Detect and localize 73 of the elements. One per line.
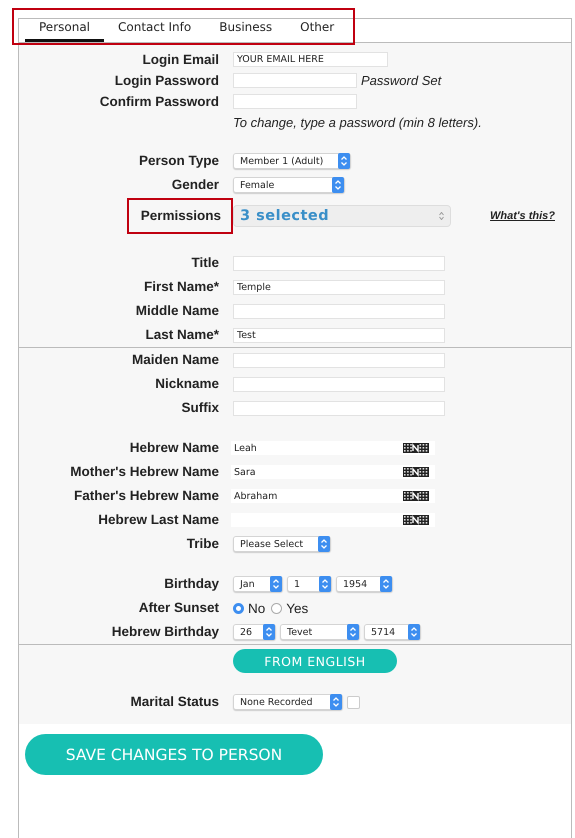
checkbox[interactable]	[347, 696, 360, 708]
field-label: Marital Status	[129, 694, 219, 710]
password-hint: To change, type a password (min 8 letters).	[233, 115, 482, 130]
email-field[interactable]: YOUR EMAIL HERE	[233, 52, 388, 67]
field-label: Birthday	[163, 576, 219, 592]
text-field[interactable]	[233, 376, 445, 392]
stepper-icon	[319, 576, 331, 592]
stepper-icon	[270, 576, 282, 592]
field-label: Suffix	[180, 400, 219, 416]
password-field[interactable]	[233, 73, 357, 88]
radio-button[interactable]	[233, 602, 244, 614]
dropdown[interactable]: Please Select	[233, 536, 331, 552]
radio-label: Yes	[286, 600, 308, 616]
field-label: Father's Hebrew Name	[72, 488, 219, 504]
field-label: Person Type	[138, 153, 219, 169]
stepper-icon	[332, 177, 344, 193]
dropdown[interactable]: Tevet	[280, 624, 360, 640]
dropdown[interactable]: 5714	[364, 624, 421, 640]
field-label: After Sunset	[138, 600, 219, 616]
field-label: Middle Name	[134, 303, 219, 319]
keyboard-icon	[403, 515, 429, 525]
text-field[interactable]: Temple	[233, 280, 445, 294]
dropdown[interactable]: Female	[233, 177, 345, 193]
dropdown[interactable]: 1	[287, 576, 332, 592]
field-label: First Name*	[142, 279, 219, 295]
tab[interactable]: Other	[286, 19, 348, 42]
field-label: Nickname	[154, 376, 219, 392]
field-label: Permissions	[126, 198, 233, 234]
hebrew-field[interactable]: Sara	[231, 465, 435, 479]
field-label: Last Name*	[144, 327, 219, 343]
keyboard-icon	[403, 443, 429, 453]
tab[interactable]: Personal	[25, 19, 104, 42]
field-label: Hebrew Name	[128, 440, 219, 456]
dropdown[interactable]: 1954	[336, 576, 393, 592]
dropdown[interactable]: Member 1 (Adult)	[233, 153, 351, 169]
text-field[interactable]	[233, 352, 445, 368]
field-label: Hebrew Last Name	[97, 512, 219, 528]
stepper-icon	[263, 624, 275, 640]
text-field[interactable]	[233, 400, 445, 416]
stepper-icon	[318, 536, 330, 552]
stepper-icon	[330, 694, 342, 710]
radio-label: No	[248, 600, 266, 616]
stepper-icon	[439, 212, 444, 220]
tab[interactable]: Business	[205, 19, 286, 42]
text-field[interactable]	[233, 256, 445, 270]
password-field[interactable]	[233, 94, 357, 109]
hebrew-field[interactable]: Abraham	[231, 489, 435, 503]
keyboard-icon	[403, 467, 429, 477]
field-label: Maiden Name	[130, 352, 219, 368]
field-label: Gender	[170, 177, 219, 193]
text-field[interactable]	[233, 304, 445, 318]
radio-button[interactable]	[271, 602, 282, 614]
keyboard-icon	[403, 491, 429, 501]
field-label: Hebrew Birthday	[110, 624, 219, 640]
field-label: Confirm Password	[98, 94, 219, 110]
tab[interactable]: Contact Info	[104, 19, 206, 42]
stepper-icon	[380, 576, 392, 592]
stepper-icon	[338, 153, 350, 169]
dropdown[interactable]: None Recorded	[233, 694, 343, 710]
dropdown[interactable]: 26	[233, 624, 276, 640]
dropdown[interactable]: Jan	[233, 576, 283, 592]
field-label: Tribe	[186, 536, 219, 552]
help-link[interactable]: What's this?	[490, 210, 555, 222]
field-label: Login Email	[141, 52, 219, 68]
field-label: Title	[190, 255, 219, 271]
stepper-icon	[347, 624, 359, 640]
stepper-icon	[408, 624, 420, 640]
field-label: Mother's Hebrew Name	[69, 464, 219, 480]
field-label: Login Password	[114, 72, 219, 88]
text-field[interactable]: Test	[233, 328, 445, 342]
password-status: Password Set	[361, 73, 442, 88]
hebrew-field[interactable]	[231, 513, 435, 527]
hebrew-field[interactable]: Leah	[231, 441, 435, 455]
